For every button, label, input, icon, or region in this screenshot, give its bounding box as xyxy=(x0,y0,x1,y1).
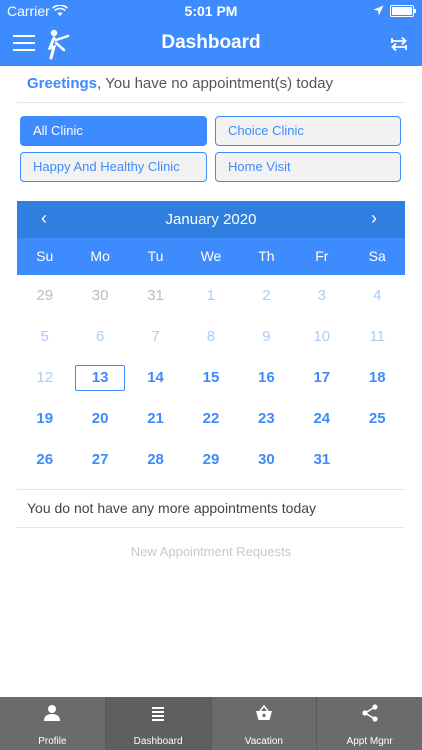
calendar-day[interactable]: 16 xyxy=(239,357,294,398)
calendar-day[interactable]: 8 xyxy=(183,316,238,357)
calendar-day[interactable]: 24 xyxy=(294,398,349,439)
calendar-day[interactable]: 9 xyxy=(239,316,294,357)
battery-icon xyxy=(390,5,416,17)
calendar-day[interactable]: 20 xyxy=(72,398,127,439)
calendar-day[interactable]: 15 xyxy=(183,357,238,398)
calendar-day[interactable]: 6 xyxy=(72,316,127,357)
today-day-number: 13 xyxy=(75,365,126,391)
clinic-button-home-visit[interactable]: Home Visit xyxy=(215,152,401,182)
weekday-label: Tu xyxy=(147,248,164,264)
clinic-button-all[interactable]: All Clinic xyxy=(20,116,207,146)
divider xyxy=(17,102,405,103)
tab-dashboard[interactable]: Dashboard xyxy=(105,697,212,750)
calendar-weekdays: Su Mo Tu We Th Fr Sa xyxy=(17,238,405,275)
calendar-day[interactable]: 18 xyxy=(350,357,405,398)
tab-appt-manager[interactable]: Appt Mgnr xyxy=(317,697,422,750)
greeting-highlight: Greetings xyxy=(27,75,98,92)
calendar-day: 29 xyxy=(36,287,54,304)
calendar-day[interactable]: 28 xyxy=(128,439,183,480)
calendar-day[interactable]: 4 xyxy=(350,275,405,316)
location-arrow-icon xyxy=(373,3,384,19)
calendar-day-today[interactable]: 13 xyxy=(72,357,127,398)
person-icon xyxy=(42,703,62,723)
weekday-label: Th xyxy=(258,248,275,264)
calendar-day[interactable]: 22 xyxy=(183,398,238,439)
clinic-button-choice[interactable]: Choice Clinic xyxy=(215,116,401,146)
tab-label: Appt Mgnr xyxy=(346,736,393,747)
page-title: Dashboard xyxy=(161,32,261,53)
list-icon xyxy=(148,703,168,723)
status-bar: Carrier 5:01 PM xyxy=(0,0,422,22)
calendar-day: 31 xyxy=(147,287,164,304)
tab-label: Dashboard xyxy=(133,736,183,747)
calendar-day[interactable]: 27 xyxy=(72,439,127,480)
divider xyxy=(17,527,405,528)
calendar-day[interactable]: 30 xyxy=(239,439,294,480)
calendar-day[interactable]: 7 xyxy=(128,316,183,357)
tab-label: Profile xyxy=(38,736,67,747)
calendar-day[interactable]: 12 xyxy=(17,357,72,398)
tab-bar: Profile Dashboard Vacation Appt Mgnr xyxy=(0,697,422,750)
calendar-day[interactable]: 21 xyxy=(128,398,183,439)
greeting-message: , You have no appointment(s) today xyxy=(97,75,334,92)
calendar-day[interactable]: 14 xyxy=(128,357,183,398)
calendar-day-empty xyxy=(350,439,405,480)
calendar-day[interactable]: 31 xyxy=(294,439,349,480)
tab-vacation[interactable]: Vacation xyxy=(212,697,318,750)
weekday-label: Su xyxy=(36,248,54,264)
calendar-day[interactable]: 2 xyxy=(239,275,294,316)
calendar-week-row: 29 30 31 1 2 3 4 xyxy=(17,275,405,316)
calendar-week-row: 26 27 28 29 30 31 xyxy=(17,439,405,480)
greeting-text: Greetings, You have no appointment(s) to… xyxy=(27,75,333,92)
no-appointments-message: You do not have any more appointments to… xyxy=(27,500,317,516)
share-icon xyxy=(360,703,380,723)
calendar-day[interactable]: 23 xyxy=(239,398,294,439)
calendar-day[interactable]: 26 xyxy=(17,439,72,480)
calendar-month-label: January 2020 xyxy=(165,211,257,228)
calendar-grid: 29 30 31 1 2 3 4 5 6 7 8 9 10 11 12 13 1… xyxy=(17,275,405,480)
clinic-button-happy-healthy[interactable]: Happy And Healthy Clinic xyxy=(20,152,207,182)
calendar-week-row: 19 20 21 22 23 24 25 xyxy=(17,398,405,439)
calendar-day[interactable]: 25 xyxy=(350,398,405,439)
tab-label: Vacation xyxy=(244,736,283,747)
calendar-week-row: 5 6 7 8 9 10 11 xyxy=(17,316,405,357)
calendar-day[interactable]: 5 xyxy=(17,316,72,357)
weekday-label: Fr xyxy=(315,248,329,264)
calendar-day[interactable]: 3 xyxy=(294,275,349,316)
calendar-day[interactable]: 10 xyxy=(294,316,349,357)
new-appointment-requests-heading: New Appointment Requests xyxy=(130,544,292,559)
weekday-label: Mo xyxy=(90,248,110,264)
basket-icon xyxy=(254,703,274,723)
calendar-day[interactable]: 17 xyxy=(294,357,349,398)
calendar-day[interactable]: 29 xyxy=(183,439,238,480)
calendar-day[interactable]: 19 xyxy=(17,398,72,439)
tab-profile[interactable]: Profile xyxy=(0,697,106,750)
calendar-week-row: 12 13 14 15 16 17 18 xyxy=(17,357,405,398)
calendar-day[interactable]: 1 xyxy=(183,275,238,316)
weekday-label: Sa xyxy=(368,248,386,264)
nav-bar: Dashboard xyxy=(0,22,422,66)
calendar-day[interactable]: 11 xyxy=(350,316,405,357)
swap-arrows-icon[interactable] xyxy=(390,34,408,54)
calendar-header: ‹ January 2020 › xyxy=(17,201,405,238)
next-month-button[interactable]: › xyxy=(371,208,377,229)
calendar-day: 30 xyxy=(91,287,109,304)
divider xyxy=(17,489,405,490)
status-time: 5:01 PM xyxy=(184,3,238,19)
weekday-label: We xyxy=(200,248,222,264)
